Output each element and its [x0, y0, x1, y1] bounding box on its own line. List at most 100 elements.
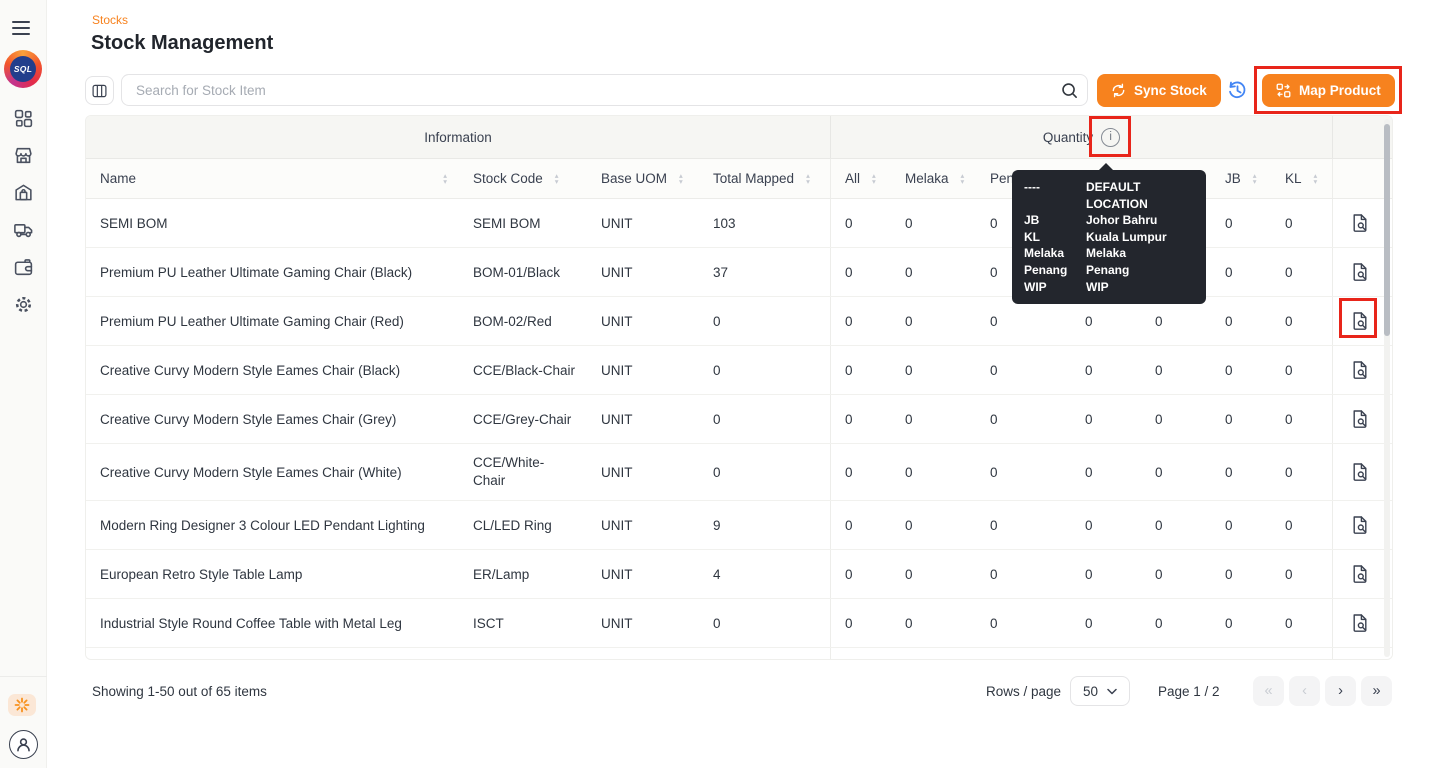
delivery-truck-icon — [14, 223, 33, 238]
table-scrollbar-thumb[interactable] — [1384, 124, 1390, 336]
cell: 0 — [845, 215, 853, 231]
view-stock-document-button[interactable] — [1350, 311, 1370, 331]
sync-history-button[interactable] — [1226, 79, 1249, 102]
cell: 0 — [1225, 313, 1233, 329]
cell: 0 — [845, 566, 853, 582]
cell: 0 — [1271, 444, 1333, 500]
cell: 0 — [1155, 517, 1163, 533]
document-search-icon — [1353, 312, 1366, 330]
column-header-all[interactable]: All ▴ ▾ — [831, 159, 891, 198]
view-stock-document-button[interactable] — [1350, 462, 1370, 482]
location-legend-tooltip: ---- DEFAULT LOCATION JB Johor Bahru KL Kuala… — [1012, 162, 1206, 305]
cell: 0 — [905, 362, 913, 378]
column-settings-button[interactable] — [85, 76, 114, 105]
column-header-kl[interactable]: KL ▴ ▾ — [1271, 159, 1333, 198]
cell: 0 — [905, 464, 913, 480]
quantity-label: Quantity — [1042, 129, 1094, 145]
actions-cell — [1333, 297, 1386, 345]
rows-per-page-select[interactable]: 50 — [1070, 676, 1130, 706]
document-search-icon — [1353, 410, 1366, 428]
cell: 0 — [905, 264, 913, 280]
view-stock-document-button[interactable] — [1350, 515, 1370, 535]
sidebar-item-settings[interactable] — [12, 293, 35, 316]
actions-cell — [1333, 248, 1386, 296]
cell: 0 — [1225, 464, 1233, 480]
sidebar-item-delivery[interactable] — [12, 218, 35, 241]
cell: SEMI BOM — [473, 215, 541, 231]
view-stock-document-button[interactable] — [1350, 360, 1370, 380]
view-stock-document-button[interactable] — [1350, 409, 1370, 429]
cell: 0 — [1085, 313, 1093, 329]
table-row: Creative Curvy Modern Style Eames Chair … — [86, 444, 1392, 501]
cell — [86, 648, 459, 659]
sort-icon[interactable]: ▴▾ — [806, 172, 810, 184]
sort-icon[interactable]: ▴▾ — [961, 172, 965, 184]
column-header-actions — [1333, 159, 1386, 198]
sort-icon[interactable]: ▴▾ — [679, 172, 683, 184]
stock-name-cell: SEMI BOM — [100, 215, 168, 231]
map-product-button[interactable]: Map Product — [1262, 74, 1395, 107]
cell: 0 — [1271, 599, 1333, 647]
cell: ISCT — [473, 615, 504, 631]
sort-icon[interactable]: ▴▾ — [1314, 172, 1318, 184]
view-stock-document-button[interactable] — [1350, 564, 1370, 584]
breadcrumb[interactable]: Stocks — [92, 13, 128, 27]
information-label: Information — [424, 129, 492, 145]
cell: 0 — [1271, 297, 1333, 345]
first-page-button[interactable]: « — [1253, 676, 1284, 706]
map-product-icon — [1276, 83, 1291, 98]
table-row: Industrial Style Round Coffee Table with… — [86, 599, 1392, 648]
cell — [1211, 648, 1271, 659]
cell: CCE/White-Chair — [473, 455, 545, 488]
sidebar-item-wallet[interactable] — [12, 256, 35, 279]
stock-name-cell: European Retro Style Table Lamp — [100, 566, 303, 582]
cell — [699, 648, 831, 659]
sync-stock-button[interactable]: Sync Stock — [1097, 74, 1221, 107]
location-code: ---- — [1024, 180, 1040, 194]
cell: 0 — [1225, 517, 1233, 533]
cell: 0 — [1225, 264, 1233, 280]
document-search-icon — [1353, 565, 1366, 583]
cell: 0 — [1085, 362, 1093, 378]
sidebar-item-warehouse[interactable] — [12, 181, 35, 204]
document-search-icon — [1353, 516, 1366, 534]
sort-icon[interactable]: ▴▾ — [443, 172, 447, 184]
last-page-button[interactable]: » — [1361, 676, 1392, 706]
previous-page-button[interactable]: ‹ — [1289, 676, 1320, 706]
search-icon[interactable] — [1051, 75, 1087, 105]
menu-icon[interactable] — [12, 20, 32, 36]
cell: 0 — [905, 313, 913, 329]
table-row: European Retro Style Table Lamp ER/Lamp UN… — [86, 550, 1392, 599]
cell: 0 — [1085, 464, 1093, 480]
cell: 0 — [845, 517, 853, 533]
column-header-name[interactable]: Name ▴ ▾ — [86, 159, 459, 198]
sidebar-item-dashboard[interactable] — [12, 107, 35, 130]
column-header-total-mapped[interactable]: Total Mapped ▴ ▾ — [699, 159, 831, 198]
tooltip-row: ---- DEFAULT LOCATION — [1024, 179, 1194, 212]
column-header-jb[interactable]: JB ▴ ▾ — [1211, 159, 1271, 198]
view-stock-document-button[interactable] — [1350, 613, 1370, 633]
rows-per-page-label: Rows / page — [986, 684, 1062, 699]
info-icon[interactable]: i — [1101, 127, 1121, 147]
location-code: WIP — [1024, 279, 1047, 294]
actions-cell — [1333, 550, 1386, 598]
cell: 0 — [1155, 362, 1163, 378]
app-logo: SQL — [4, 50, 42, 88]
document-search-icon — [1353, 263, 1366, 281]
column-header-melaka[interactable]: Melaka ▴ ▾ — [891, 159, 976, 198]
search-input[interactable] — [122, 75, 1051, 105]
sidebar-item-store[interactable] — [12, 144, 35, 167]
cell: 0 — [845, 362, 853, 378]
stock-name-cell: Creative Curvy Modern Style Eames Chair … — [100, 411, 397, 427]
sort-icon[interactable]: ▴▾ — [872, 172, 876, 184]
cell: 0 — [699, 346, 831, 394]
column-header-base-uom[interactable]: Base UOM ▴ ▾ — [587, 159, 699, 198]
user-avatar[interactable] — [9, 730, 38, 759]
view-stock-document-button[interactable] — [1350, 262, 1370, 282]
next-page-button[interactable]: › — [1325, 676, 1356, 706]
column-header-stock-code[interactable]: Stock Code ▴ ▾ — [459, 159, 587, 198]
sort-icon[interactable]: ▴▾ — [1253, 172, 1257, 184]
sort-icon[interactable]: ▴▾ — [555, 172, 559, 184]
cell: 0 — [1271, 501, 1333, 549]
view-stock-document-button[interactable] — [1350, 213, 1370, 233]
